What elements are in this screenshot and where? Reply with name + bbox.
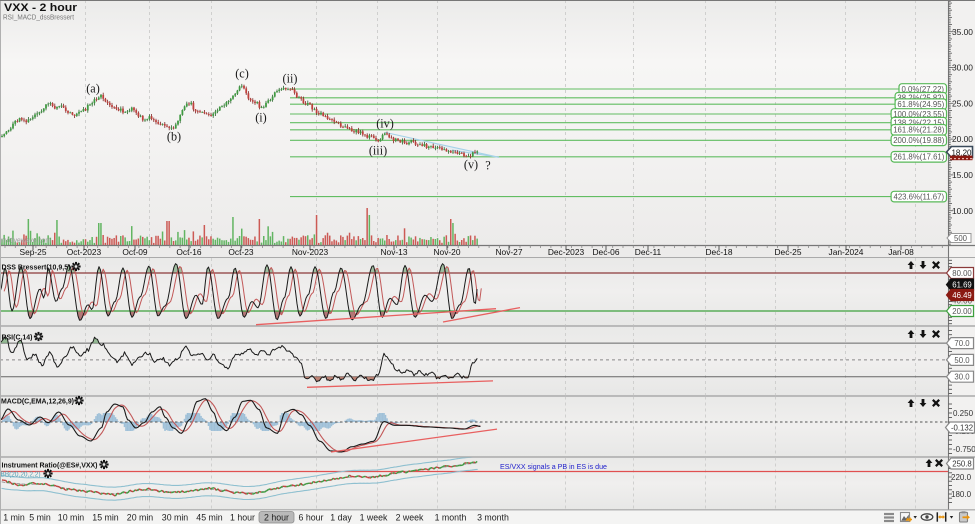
- svg-text:15.00: 15.00: [952, 170, 973, 180]
- svg-text:Nov-20: Nov-20: [434, 247, 461, 257]
- svg-text:(iii): (iii): [369, 144, 387, 158]
- svg-text:10 min: 10 min: [58, 512, 85, 522]
- svg-text:1 month: 1 month: [435, 512, 467, 522]
- svg-text:Nov-2023: Nov-2023: [292, 247, 329, 257]
- svg-text:18.20: 18.20: [951, 148, 972, 157]
- svg-text:1 day: 1 day: [330, 512, 352, 522]
- svg-text:Oct-2023: Oct-2023: [67, 247, 102, 257]
- svg-text:3 month: 3 month: [477, 512, 509, 522]
- svg-text:20.00: 20.00: [952, 134, 973, 144]
- svg-text:RSI_MACD_dssBressert: RSI_MACD_dssBressert: [3, 13, 75, 22]
- svg-text:220.0: 220.0: [951, 473, 972, 482]
- svg-text:6 hour: 6 hour: [299, 512, 324, 522]
- svg-text:Jan-2024: Jan-2024: [829, 247, 864, 257]
- svg-text:Dec-11: Dec-11: [635, 247, 662, 257]
- svg-text:2 week: 2 week: [396, 512, 424, 522]
- svg-text:500: 500: [954, 234, 968, 243]
- svg-text:(iv): (iv): [376, 117, 394, 131]
- svg-text:1 week: 1 week: [360, 512, 388, 522]
- svg-text:30.00: 30.00: [952, 63, 973, 73]
- svg-text:161.8%(21.28): 161.8%(21.28): [893, 126, 945, 135]
- svg-text:10.00: 10.00: [952, 206, 973, 216]
- svg-text:30 min: 30 min: [162, 512, 189, 522]
- svg-text:Oct-09: Oct-09: [122, 247, 147, 257]
- svg-text:20.00: 20.00: [952, 307, 972, 316]
- svg-text:BB(20,20,2,2): BB(20,20,2,2): [1, 472, 41, 479]
- svg-text:35.00: 35.00: [952, 27, 973, 37]
- svg-text:MACD(C,EMA,12,26,9): MACD(C,EMA,12,26,9): [1, 397, 75, 406]
- svg-text:-0.750: -0.750: [953, 445, 975, 454]
- svg-text:15 min: 15 min: [92, 512, 119, 522]
- svg-text:46.49: 46.49: [952, 291, 972, 300]
- svg-text:(a): (a): [86, 82, 100, 96]
- svg-text:45 min: 45 min: [196, 512, 223, 522]
- svg-text:30.0: 30.0: [954, 373, 970, 382]
- svg-text:(b): (b): [167, 130, 181, 144]
- svg-text:Dec-2023: Dec-2023: [548, 247, 585, 257]
- svg-text:2 hour: 2 hour: [264, 512, 289, 522]
- svg-text:Dec-18: Dec-18: [706, 247, 733, 257]
- svg-text:1 min: 1 min: [3, 512, 25, 522]
- svg-text:(v): (v): [464, 158, 478, 172]
- svg-text:-0.132: -0.132: [951, 423, 973, 432]
- svg-text:Instrument Ratio(@ES#,VXX): Instrument Ratio(@ES#,VXX): [2, 461, 99, 470]
- svg-text:50.0: 50.0: [954, 356, 970, 365]
- svg-text:Dec-25: Dec-25: [775, 247, 802, 257]
- svg-text:70.0: 70.0: [954, 339, 970, 348]
- svg-text:Dec-06: Dec-06: [593, 247, 620, 257]
- svg-text:DSS Bressert(10,9,5): DSS Bressert(10,9,5): [2, 263, 72, 272]
- svg-text:ES/VXX signals a PB in ES is d: ES/VXX signals a PB in ES is due: [500, 462, 607, 471]
- svg-text:(ii): (ii): [283, 72, 298, 86]
- svg-text:180.0: 180.0: [951, 490, 972, 499]
- svg-text:RSI(C,14): RSI(C,14): [2, 333, 34, 342]
- svg-text:61.8%(24.95): 61.8%(24.95): [897, 100, 944, 109]
- svg-text:(i): (i): [255, 111, 267, 125]
- svg-text:Nov-13: Nov-13: [381, 247, 408, 257]
- svg-text:1 hour: 1 hour: [230, 512, 255, 522]
- svg-text:261.8%(17.61): 261.8%(17.61): [893, 153, 945, 162]
- svg-text:250.8: 250.8: [952, 459, 972, 468]
- svg-text:20 min: 20 min: [127, 512, 154, 522]
- svg-text:25.00: 25.00: [952, 98, 973, 108]
- svg-text:Jan-08: Jan-08: [888, 247, 914, 257]
- svg-text:Sep-25: Sep-25: [19, 247, 46, 257]
- svg-text:Oct-16: Oct-16: [176, 247, 201, 257]
- svg-text:0.250: 0.250: [953, 409, 974, 418]
- svg-text:5 min: 5 min: [29, 512, 51, 522]
- svg-text:423.6%(11.67): 423.6%(11.67): [894, 192, 945, 201]
- svg-text:?: ?: [485, 159, 490, 173]
- svg-text:Oct-23: Oct-23: [228, 247, 253, 257]
- svg-text:61.69: 61.69: [952, 281, 972, 290]
- svg-text:200.0%(19.88): 200.0%(19.88): [893, 136, 945, 145]
- svg-text:motivewave.com: motivewave.com: [1, 236, 51, 245]
- svg-text:Nov-27: Nov-27: [496, 247, 523, 257]
- svg-text:(c): (c): [235, 67, 249, 81]
- svg-text:80.00: 80.00: [952, 269, 972, 278]
